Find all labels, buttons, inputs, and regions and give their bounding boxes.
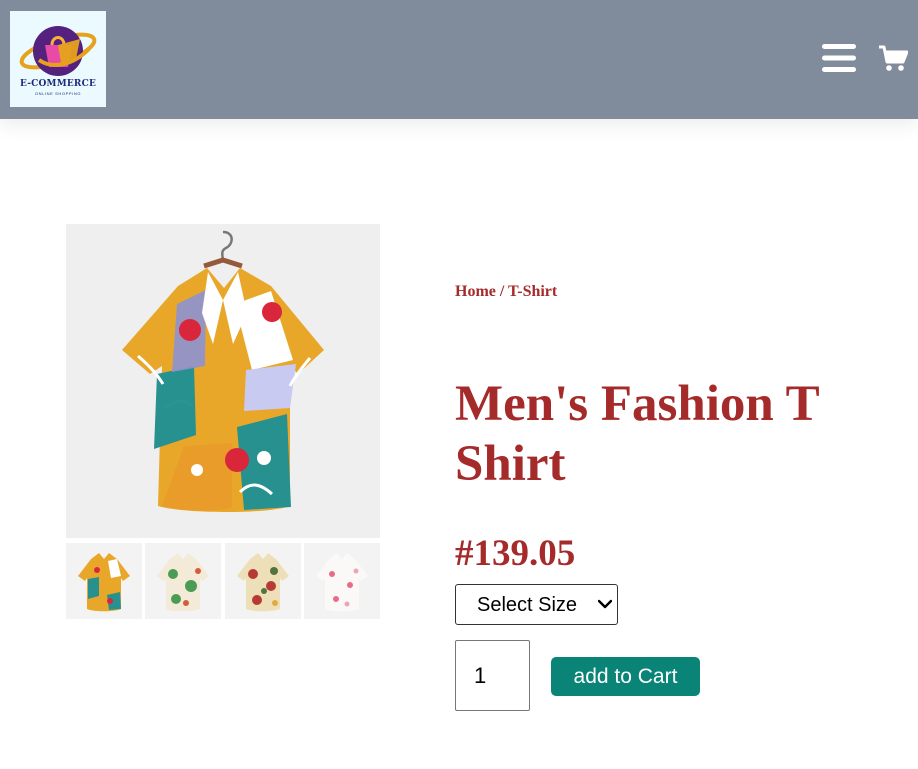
thumbnail-1[interactable] (66, 543, 142, 619)
thumbnail-shirt-icon (225, 543, 301, 619)
breadcrumb-separator: / (495, 283, 509, 300)
product-title: Men's Fashion T Shirt (455, 376, 819, 492)
size-select-label: Select Size (477, 594, 578, 616)
thumbnail-3[interactable] (225, 543, 301, 619)
size-select[interactable]: Select Size (455, 584, 618, 625)
brand-logo[interactable]: E-COMMERCE ONLINE SHOPPING (10, 11, 106, 107)
thumbnail-shirt-icon (304, 543, 380, 619)
logo-title: E-COMMERCE (19, 79, 97, 89)
add-to-cart-button[interactable]: add to Cart (551, 657, 700, 696)
quantity-input[interactable]: 1 (455, 640, 530, 711)
breadcrumb-home-link[interactable]: Home (455, 283, 496, 300)
header-bar: E-COMMERCE ONLINE SHOPPING (0, 0, 918, 119)
product-price: #139.05 (455, 533, 576, 574)
thumbnail-shirt-icon (66, 543, 142, 619)
thumbnail-shirt-icon (145, 543, 221, 619)
breadcrumb-current-link[interactable]: T-Shirt (508, 283, 557, 300)
menu-icon[interactable] (822, 42, 856, 74)
thumbnail-4[interactable] (304, 543, 380, 619)
breadcrumb: Home / T-Shirt (455, 283, 557, 301)
logo-subtitle: ONLINE SHOPPING (34, 91, 82, 96)
cart-icon[interactable] (878, 44, 908, 72)
chevron-down-icon (598, 599, 612, 609)
thumbnail-2[interactable] (145, 543, 221, 619)
main-product-image (66, 224, 380, 538)
shirt-image (66, 224, 380, 538)
